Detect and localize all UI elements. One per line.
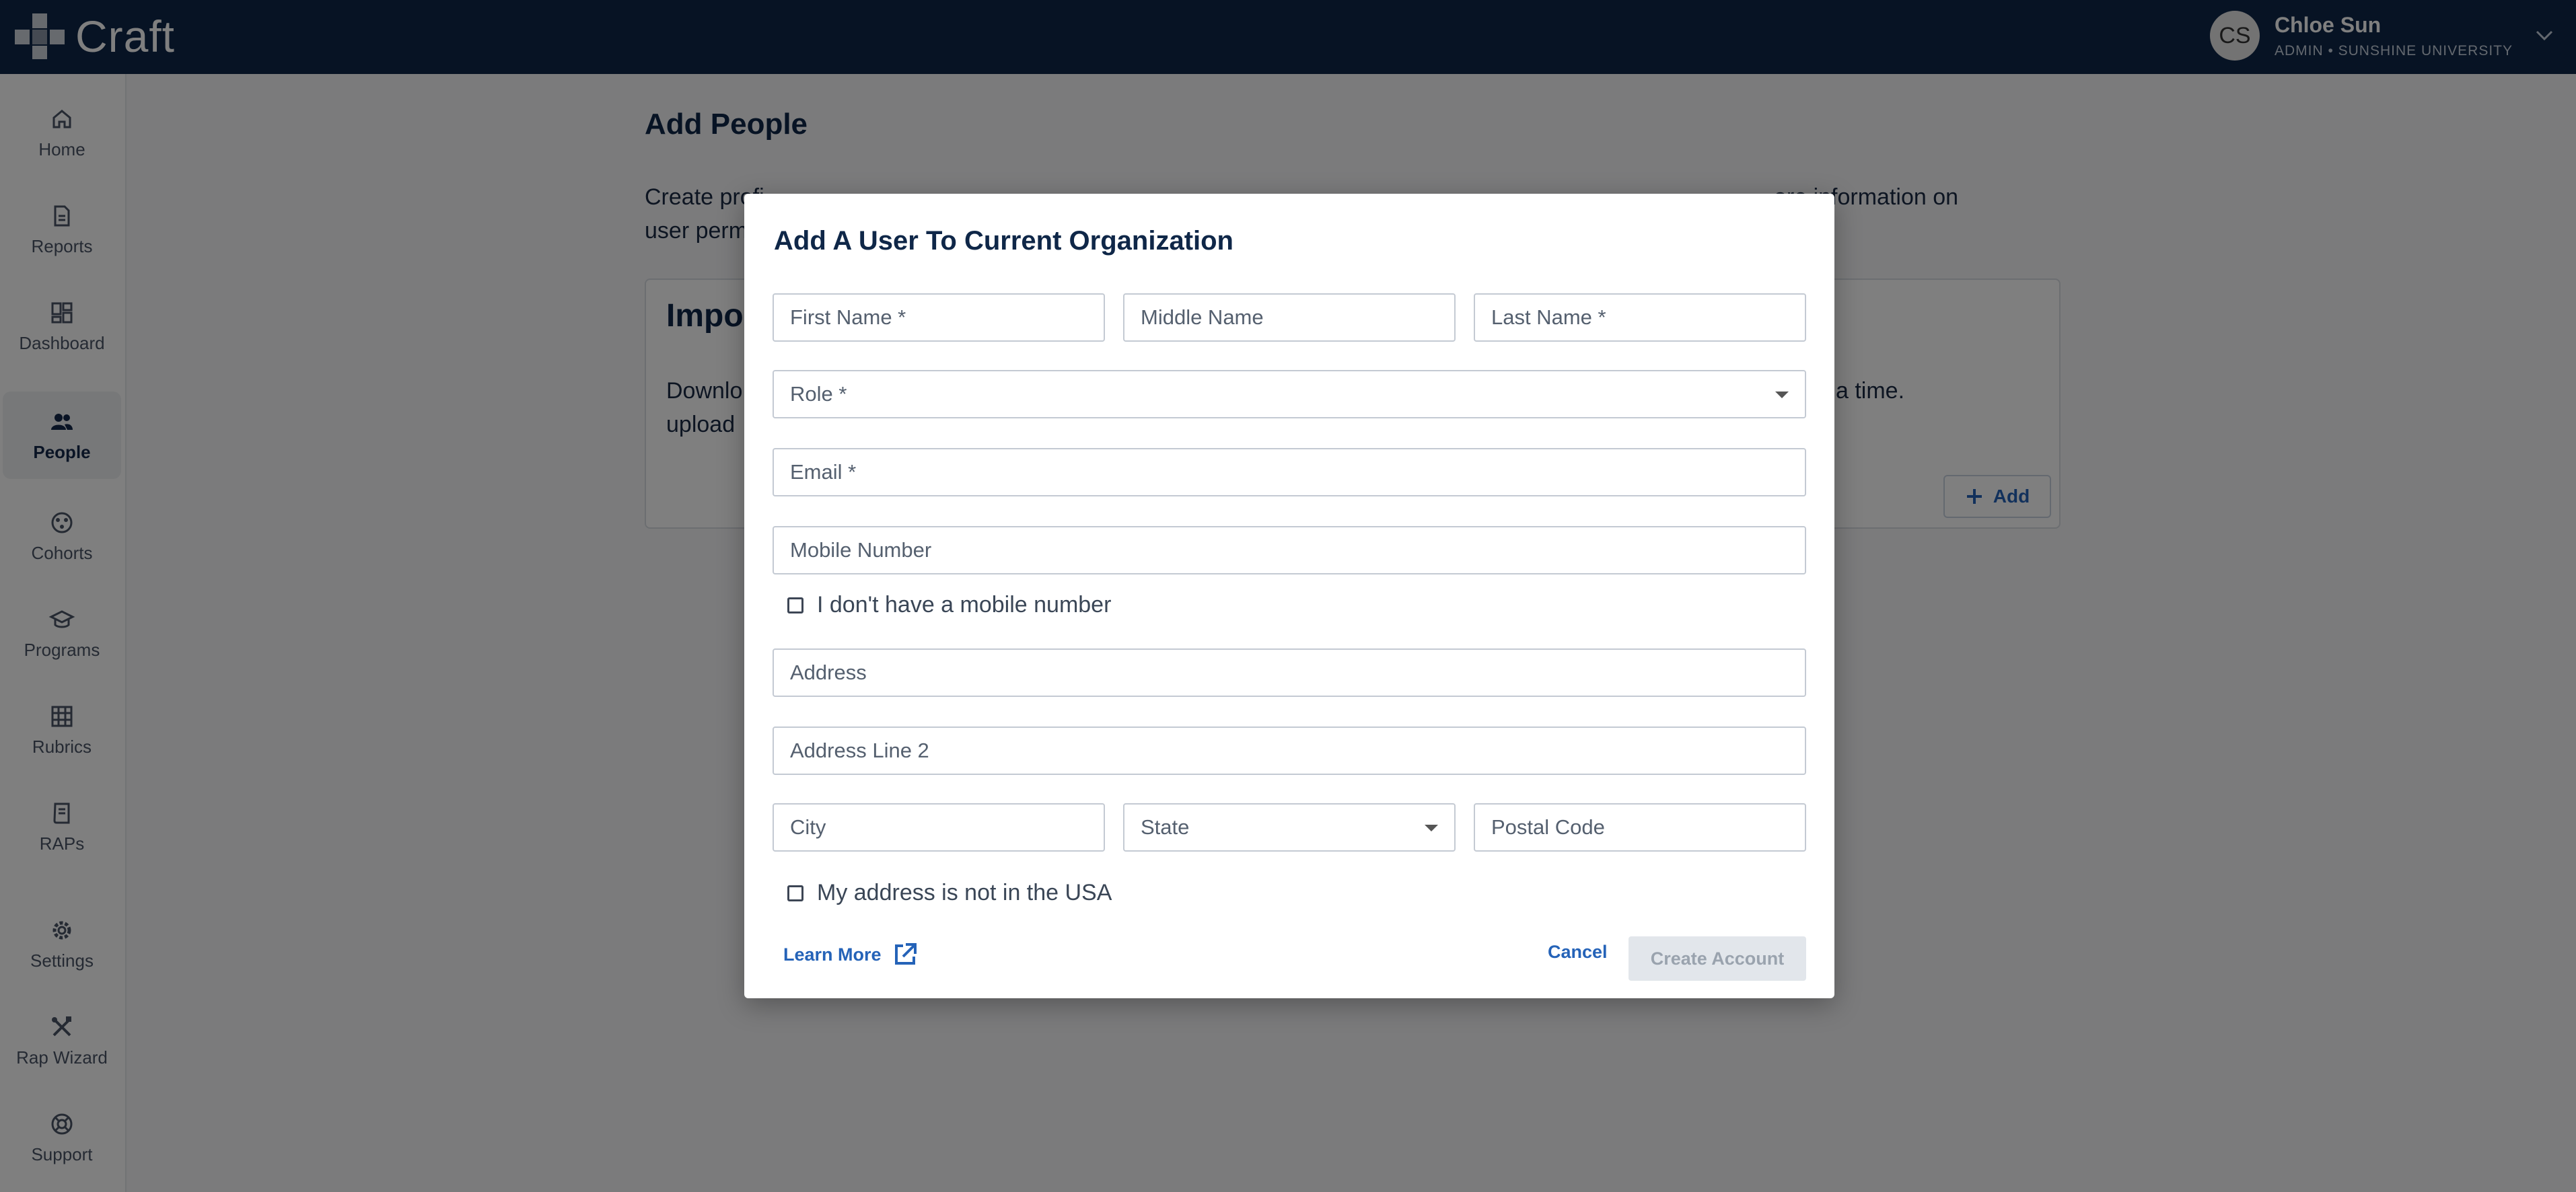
checkbox[interactable] (787, 597, 803, 613)
caret-down-icon (1425, 825, 1438, 831)
not-usa-label: My address is not in the USA (817, 880, 1112, 905)
address-field[interactable] (773, 648, 1806, 697)
state-select-value: State (1141, 815, 1190, 839)
postal-code-input[interactable] (1475, 805, 1805, 850)
caret-down-icon (1775, 392, 1789, 398)
middle-name-field[interactable] (1123, 293, 1456, 342)
role-select[interactable]: Role * (773, 370, 1806, 418)
email-field[interactable] (773, 448, 1806, 496)
checkbox[interactable] (787, 885, 803, 901)
no-mobile-checkbox[interactable]: I don't have a mobile number (787, 592, 1111, 618)
mobile-number-field[interactable] (773, 526, 1806, 574)
external-link-icon (894, 943, 917, 965)
modal-title: Add A User To Current Organization (774, 226, 1233, 256)
last-name-input[interactable] (1475, 295, 1805, 340)
email-input[interactable] (774, 449, 1805, 495)
last-name-field[interactable] (1474, 293, 1806, 342)
add-user-modal: Add A User To Current Organization Role … (744, 194, 1834, 998)
first-name-input[interactable] (774, 295, 1104, 340)
first-name-field[interactable] (773, 293, 1105, 342)
postal-code-field[interactable] (1474, 803, 1806, 852)
address-line2-input[interactable] (774, 728, 1805, 774)
city-field[interactable] (773, 803, 1105, 852)
learn-more-link[interactable]: Learn More (783, 942, 918, 967)
role-select-value: Role * (790, 382, 847, 406)
address-line2-field[interactable] (773, 727, 1806, 775)
not-usa-checkbox[interactable]: My address is not in the USA (787, 880, 1112, 906)
middle-name-input[interactable] (1124, 295, 1454, 340)
no-mobile-label: I don't have a mobile number (817, 592, 1112, 618)
cancel-button[interactable]: Cancel (1548, 942, 1608, 963)
create-account-button[interactable]: Create Account (1629, 936, 1806, 981)
mobile-number-input[interactable] (774, 527, 1805, 573)
state-select[interactable]: State (1123, 803, 1456, 852)
address-input[interactable] (774, 650, 1805, 696)
city-input[interactable] (774, 805, 1104, 850)
